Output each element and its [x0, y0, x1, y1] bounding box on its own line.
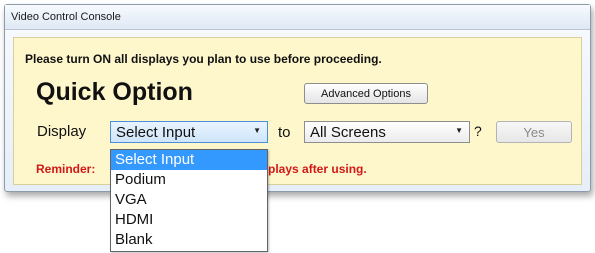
question-mark: ?	[474, 123, 482, 139]
title-bar: Video Control Console	[5, 5, 590, 30]
dropdown-option[interactable]: Blank	[111, 230, 267, 250]
reminder-label: Reminder:	[36, 162, 96, 176]
dropdown-option[interactable]: Select Input	[111, 150, 267, 170]
dropdown-option[interactable]: VGA	[111, 190, 267, 210]
display-label: Display	[37, 123, 87, 140]
dropdown-option[interactable]: Podium	[111, 170, 267, 190]
to-label: to	[278, 124, 291, 141]
advanced-options-button[interactable]: Advanced Options	[304, 83, 428, 104]
reminder-text: plays after using.	[268, 162, 367, 176]
screen-select-value: All Screens	[310, 124, 386, 141]
page-title: Quick Option	[36, 78, 193, 106]
window-title: Video Control Console	[11, 11, 121, 23]
input-select-dropdown: Select Input Podium VGA HDMI Blank	[110, 149, 268, 252]
chevron-down-icon: ▼	[455, 126, 463, 135]
input-select-value: Select Input	[116, 124, 196, 141]
dropdown-option[interactable]: HDMI	[111, 210, 267, 230]
yes-button[interactable]: Yes	[496, 121, 572, 143]
chevron-down-icon: ▼	[253, 126, 261, 135]
input-select[interactable]: Select Input ▼	[110, 121, 268, 143]
power-on-notice: Please turn ON all displays you plan to …	[25, 52, 382, 66]
screen-select[interactable]: All Screens ▼	[304, 121, 470, 143]
